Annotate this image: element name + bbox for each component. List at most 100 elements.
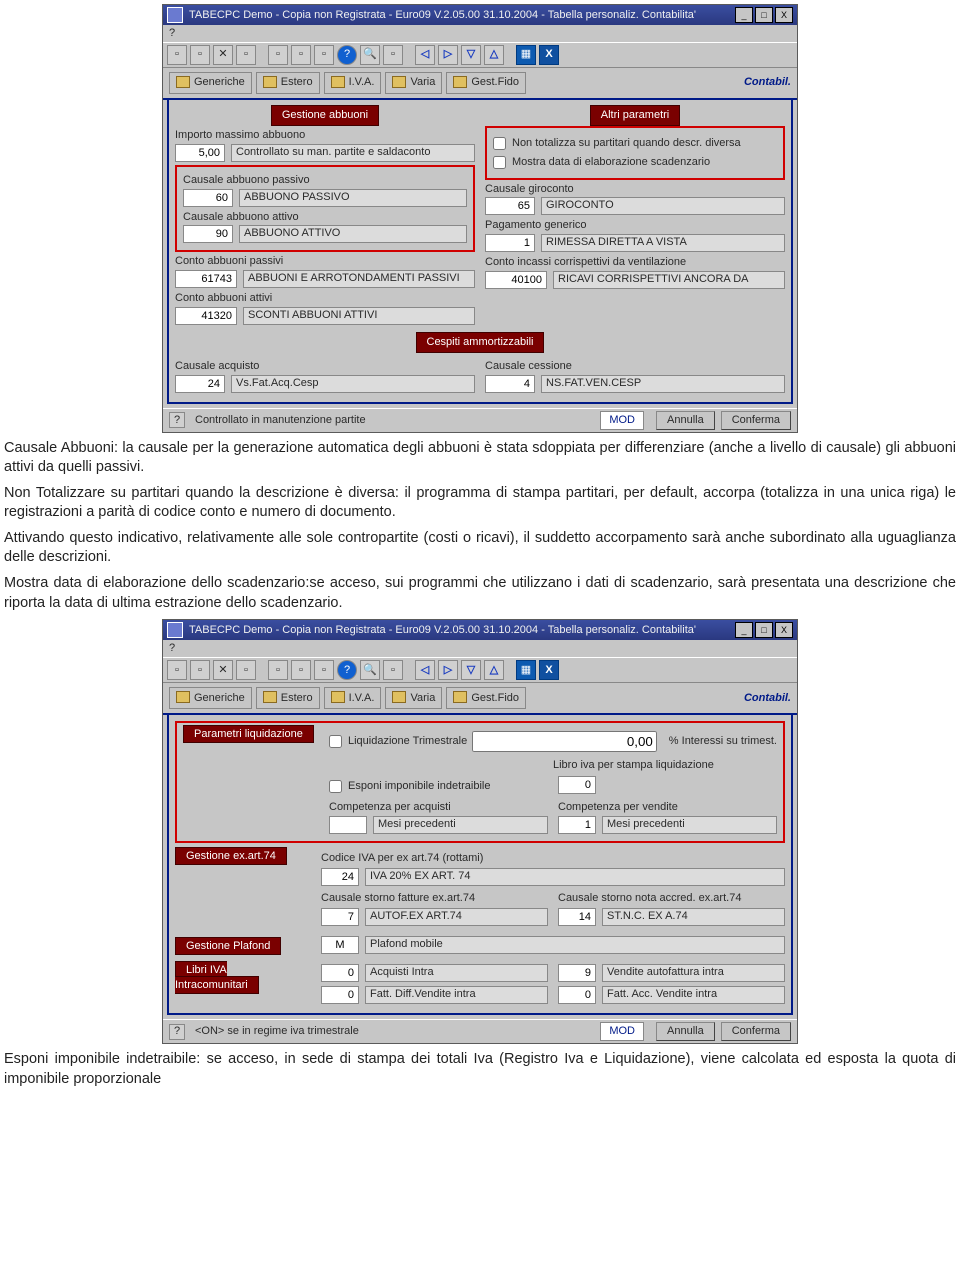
tab-varia[interactable]: Varia <box>385 72 442 94</box>
menu-bar[interactable]: ? <box>163 640 797 657</box>
status-bar: ? <ON> se in regime iva trimestrale MOD … <box>163 1019 797 1043</box>
tab-varia[interactable]: Varia <box>385 687 442 709</box>
acquisti-intra-input[interactable] <box>321 964 359 982</box>
toolbar-icon[interactable]: ▫ <box>190 660 210 680</box>
libro-iva-input[interactable] <box>558 776 596 794</box>
toolbar-icon[interactable]: ▫ <box>291 45 311 65</box>
binoculars-icon[interactable]: 🔍 <box>360 660 380 680</box>
conto-incassi-input[interactable] <box>485 271 547 289</box>
importo-massimo-input[interactable] <box>175 144 225 162</box>
titlebar[interactable]: TABECPC Demo - Copia non Registrata - Eu… <box>163 5 797 25</box>
toolbar-icon[interactable]: ▫ <box>314 660 334 680</box>
label: Mostra data di elaborazione scadenzario <box>512 155 710 170</box>
fatt-acc-vendite-input[interactable] <box>558 986 596 1004</box>
help-icon[interactable]: ? <box>337 660 357 680</box>
toolbar-icon[interactable]: ▫ <box>167 45 187 65</box>
toolbar-icon[interactable]: ▫ <box>190 45 210 65</box>
vendite-autofattura-input[interactable] <box>558 964 596 982</box>
folder-icon <box>453 691 467 703</box>
arrow-up-icon[interactable]: △ <box>484 45 504 65</box>
arrow-up-icon[interactable]: △ <box>484 660 504 680</box>
toolbar-icon[interactable]: ▫ <box>314 45 334 65</box>
liquidazione-trimestrale-checkbox[interactable] <box>329 735 342 748</box>
toolbar-icon[interactable]: ▫ <box>383 660 403 680</box>
causale-cessione-input[interactable] <box>485 375 535 393</box>
annulla-button[interactable]: Annulla <box>656 1022 715 1041</box>
tab-estero[interactable]: Estero <box>256 72 320 94</box>
tab-generiche[interactable]: Generiche <box>169 72 252 94</box>
competenza-vendite-input[interactable] <box>558 816 596 834</box>
toolbar-icon[interactable]: ▫ <box>268 45 288 65</box>
arrow-down-icon[interactable]: ▽ <box>461 660 481 680</box>
panel-body: Parametri liquidazione Liquidazione Trim… <box>167 715 793 1015</box>
causale-abbuono-attivo-input[interactable] <box>183 225 233 243</box>
label: Conto abbuoni passivi <box>175 254 475 269</box>
menu-bar[interactable]: ? <box>163 25 797 42</box>
interessi-input[interactable] <box>472 731 657 752</box>
conto-abbuoni-passivi-desc: ABBUONI E ARROTONDAMENTI PASSIVI <box>243 270 475 288</box>
arrow-down-icon[interactable]: ▽ <box>461 45 481 65</box>
causale-abbuono-passivo-input[interactable] <box>183 189 233 207</box>
titlebar[interactable]: TABECPC Demo - Copia non Registrata - Eu… <box>163 620 797 640</box>
maximize-button[interactable]: □ <box>755 7 773 23</box>
maximize-button[interactable]: □ <box>755 622 773 638</box>
toolbar-icon[interactable]: ✕ <box>213 45 233 65</box>
toolbar-icon[interactable]: ▫ <box>268 660 288 680</box>
group-cespiti: Cespiti ammortizzabili <box>416 332 545 353</box>
plafond-input[interactable] <box>321 936 359 954</box>
arrow-right-icon[interactable]: ▷ <box>438 45 458 65</box>
arrow-right-icon[interactable]: ▷ <box>438 660 458 680</box>
arrow-left-icon[interactable]: ◁ <box>415 660 435 680</box>
tab-estero[interactable]: Estero <box>256 687 320 709</box>
conto-abbuoni-passivi-input[interactable] <box>175 270 237 288</box>
folder-icon <box>331 691 345 703</box>
tab-iva[interactable]: I.V.A. <box>324 687 382 709</box>
toolbar-icon[interactable]: ▫ <box>236 660 256 680</box>
esponi-imponibile-checkbox[interactable] <box>329 780 342 793</box>
causale-storno-nota-input[interactable] <box>558 908 596 926</box>
toolbar-icon[interactable]: ✕ <box>213 660 233 680</box>
close-x-button[interactable]: X <box>539 45 559 65</box>
help-status-icon[interactable]: ? <box>169 1024 185 1040</box>
calculator-icon[interactable]: ▦ <box>516 660 536 680</box>
binoculars-icon[interactable]: 🔍 <box>360 45 380 65</box>
mostra-data-checkbox[interactable] <box>493 156 506 169</box>
label: Causale storno fatture ex.art.74 <box>321 891 548 906</box>
tab-iva[interactable]: I.V.A. <box>324 72 382 94</box>
label: Causale storno nota accred. ex.art.74 <box>558 891 785 906</box>
annulla-button[interactable]: Annulla <box>656 411 715 430</box>
help-icon[interactable]: ? <box>337 45 357 65</box>
toolbar: ▫ ▫ ✕ ▫ ▫ ▫ ▫ ? 🔍 ▫ ◁ ▷ ▽ △ ▦ X <box>163 657 797 683</box>
toolbar-icon[interactable]: ▫ <box>291 660 311 680</box>
tab-generiche[interactable]: Generiche <box>169 687 252 709</box>
minimize-button[interactable]: _ <box>735 622 753 638</box>
calculator-icon[interactable]: ▦ <box>516 45 536 65</box>
non-totalizza-checkbox[interactable] <box>493 137 506 150</box>
close-x-button[interactable]: X <box>539 660 559 680</box>
toolbar-icon[interactable]: ▫ <box>383 45 403 65</box>
toolbar-icon[interactable]: ▫ <box>167 660 187 680</box>
tab-gestfido[interactable]: Gest.Fido <box>446 72 526 94</box>
body-para-causale-abbuoni: Causale Abbuoni: la causale per la gener… <box>4 439 956 478</box>
pagamento-generico-input[interactable] <box>485 234 535 252</box>
conferma-button[interactable]: Conferma <box>721 411 791 430</box>
arrow-left-icon[interactable]: ◁ <box>415 45 435 65</box>
fatt-diff-vendite-input[interactable] <box>321 986 359 1004</box>
close-button[interactable]: X <box>775 622 793 638</box>
folder-icon <box>263 76 277 88</box>
close-button[interactable]: X <box>775 7 793 23</box>
tab-gestfido[interactable]: Gest.Fido <box>446 687 526 709</box>
help-status-icon[interactable]: ? <box>169 412 185 428</box>
codice-iva-art74-input[interactable] <box>321 868 359 886</box>
module-brand: Contabil. <box>744 75 791 90</box>
window-title: TABECPC Demo - Copia non Registrata - Eu… <box>189 8 696 23</box>
competenza-acquisti-input[interactable] <box>329 816 367 834</box>
causale-storno-fatture-input[interactable] <box>321 908 359 926</box>
conto-abbuoni-attivi-input[interactable] <box>175 307 237 325</box>
causale-giroconto-input[interactable] <box>485 197 535 215</box>
minimize-button[interactable]: _ <box>735 7 753 23</box>
causale-acquisto-input[interactable] <box>175 375 225 393</box>
conferma-button[interactable]: Conferma <box>721 1022 791 1041</box>
toolbar-icon[interactable]: ▫ <box>236 45 256 65</box>
window-title: TABECPC Demo - Copia non Registrata - Eu… <box>189 623 696 638</box>
